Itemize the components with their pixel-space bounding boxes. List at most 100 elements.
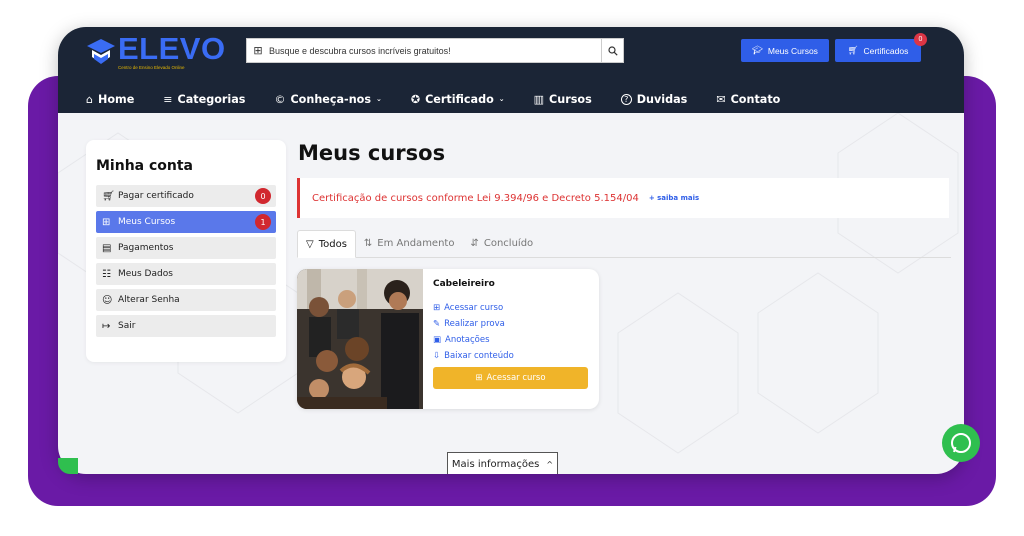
nav-cursos[interactable]: ▥ Cursos <box>534 93 592 106</box>
id-icon: ☷ <box>102 268 111 280</box>
certification-alert: Certificação de cursos conforme Lei 9.39… <box>297 178 949 218</box>
sort-icon: ⇅ <box>363 237 373 249</box>
sidebar-item-pagar-certificado[interactable]: 🛒︎ Pagar certificado 0 <box>96 185 276 207</box>
account-sidebar: Minha conta 🛒︎ Pagar certificado 0 ⊞ Meu… <box>86 140 286 362</box>
nav-duvidas[interactable]: ? Duvidas <box>620 92 688 106</box>
nav-label: Home <box>97 92 135 106</box>
more-info-button[interactable]: Mais informações ^ <box>447 452 558 474</box>
graduation-cap-logo-icon <box>87 39 115 64</box>
certificates-button[interactable]: 🛒︎ Certificados 0 <box>835 33 927 62</box>
course-thumbnail[interactable] <box>297 269 423 409</box>
brand-name: ELEVO <box>118 31 226 66</box>
link-label: Anotações <box>445 335 490 345</box>
sort-done-icon: ⇵ <box>470 237 479 249</box>
chevron-down-icon: ⌄ <box>376 95 382 103</box>
filter-icon: ▽ <box>306 238 314 250</box>
tab-em-andamento[interactable]: ⇅ Em Andamento <box>356 229 463 257</box>
nav-certificado[interactable]: ✪ Certificado ⌄ <box>411 93 505 106</box>
my-courses-button[interactable]: 🎓︎ Meus Cursos <box>741 39 829 62</box>
course-filter-tabs: ▽ Todos ⇅ Em Andamento ⇵ Concluído <box>297 230 951 258</box>
tab-label: Em Andamento <box>377 237 455 249</box>
gift-icon: ⊞ <box>102 216 111 228</box>
notes-link[interactable]: ▣ Anotações <box>433 335 591 345</box>
badge-icon: ✪ <box>410 92 421 106</box>
nav-label: Categorias <box>177 92 246 106</box>
pending-badge: 0 <box>255 188 271 204</box>
download-content-link[interactable]: ⇩ Baixar conteúdo <box>433 351 591 361</box>
nav-label: Certificado <box>425 92 494 106</box>
nav-home[interactable]: ⌂ Home <box>86 93 134 106</box>
sidebar-item-label: Pagamentos <box>118 243 174 253</box>
course-card: Cabeleireiro ⊞ Acessar curso ✎ Realizar … <box>297 269 599 409</box>
course-title: Cabeleireiro <box>433 279 495 289</box>
users-icon: ☺ <box>102 294 113 306</box>
search-icon <box>607 45 618 56</box>
sidebar-item-meus-cursos[interactable]: ⊞ Meus Cursos 1 <box>96 211 276 233</box>
access-course-button[interactable]: ⊞ Acessar curso <box>433 367 588 389</box>
nav-label: Duvidas <box>636 92 688 106</box>
home-icon: ⌂ <box>86 92 93 106</box>
logout-icon: ↦ <box>102 320 111 332</box>
elevo-logo[interactable]: ELEVO Centro de Ensino Elevado Online <box>86 31 225 71</box>
nav-conheca-nos[interactable]: © Conheça-nos ⌄ <box>274 93 381 106</box>
books-icon: ▥ <box>533 92 545 106</box>
alert-text: Certificação de cursos conforme Lei 9.39… <box>312 192 639 204</box>
receipt-icon: ▤ <box>102 242 112 254</box>
access-course-link[interactable]: ⊞ Acessar curso <box>433 303 591 313</box>
edit-icon: ✎ <box>433 319 441 329</box>
link-label: Realizar prova <box>444 319 505 329</box>
chevron-up-icon: ^ <box>546 460 554 469</box>
nav-label: Conheça-nos <box>290 92 371 106</box>
my-courses-label: Meus Cursos <box>767 45 818 56</box>
take-exam-link[interactable]: ✎ Realizar prova <box>433 319 591 329</box>
top-header: ELEVO Centro de Ensino Elevado Online ⊞ … <box>58 27 964 113</box>
gift-icon: ⊞ <box>433 303 441 313</box>
gift-icon: ⊞ <box>475 373 483 383</box>
gift-icon: ⊞ <box>253 44 263 57</box>
saiba-mais-link[interactable]: + saiba mais <box>649 194 699 202</box>
search-bar: ⊞ <box>246 38 624 63</box>
whatsapp-icon <box>951 433 971 453</box>
mail-icon: ✉ <box>716 92 726 106</box>
cart-icon: 🛒︎ <box>102 190 115 202</box>
help-icon: ? <box>620 93 632 105</box>
search-button[interactable] <box>601 39 623 62</box>
menu-icon: ≡ <box>163 92 173 106</box>
tab-concluido[interactable]: ⇵ Concluído <box>462 229 541 257</box>
more-info-label: Mais informações <box>451 459 540 470</box>
tab-todos[interactable]: ▽ Todos <box>297 230 356 258</box>
nav-categorias[interactable]: ≡ Categorias <box>163 93 245 106</box>
whatsapp-button[interactable] <box>942 424 980 462</box>
notes-icon: ▣ <box>433 335 442 345</box>
tab-label: Concluído <box>483 237 534 249</box>
download-icon: ⇩ <box>433 351 441 361</box>
link-label: Acessar curso <box>444 303 504 313</box>
sidebar-item-meus-dados[interactable]: ☷ Meus Dados <box>96 263 276 285</box>
cart-icon: 🛒︎ <box>847 45 859 55</box>
brand-tagline: Centro de Ensino Elevado Online <box>118 65 185 70</box>
graduation-cap-icon: 🎓︎ <box>752 45 763 55</box>
nav-label: Contato <box>730 92 781 106</box>
link-label: Baixar conteúdo <box>444 351 514 361</box>
browser-window: ELEVO Centro de Ensino Elevado Online ⊞ … <box>58 27 964 474</box>
sidebar-item-label: Alterar Senha <box>118 295 180 305</box>
sidebar-item-alterar-senha[interactable]: ☺ Alterar Senha <box>96 289 276 311</box>
chevron-down-icon: ⌄ <box>498 95 505 103</box>
nav-contato[interactable]: ✉ Contato <box>716 93 780 106</box>
main-nav: ⌂ Home ≡ Categorias © Conheça-nos ⌄ ✪ Certifi… <box>58 85 964 113</box>
page-title: Meus cursos <box>298 141 446 165</box>
sidebar-item-label: Pagar certificado <box>118 191 194 201</box>
certificates-label: Certificados <box>863 45 909 56</box>
sidebar-item-label: Meus Dados <box>118 269 173 279</box>
search-input[interactable] <box>269 39 601 62</box>
button-label: Acessar curso <box>486 373 546 383</box>
course-card-body: Cabeleireiro ⊞ Acessar curso ✎ Realizar … <box>433 279 591 389</box>
copyright-icon: © <box>274 92 286 106</box>
sidebar-item-label: Sair <box>118 321 136 331</box>
sidebar-item-sair[interactable]: ↦ Sair <box>96 315 276 337</box>
sidebar-title: Minha conta <box>96 158 194 174</box>
sidebar-item-pagamentos[interactable]: ▤ Pagamentos <box>96 237 276 259</box>
tab-label: Todos <box>318 238 347 250</box>
nav-label: Cursos <box>549 92 592 106</box>
courses-badge: 1 <box>255 214 271 230</box>
